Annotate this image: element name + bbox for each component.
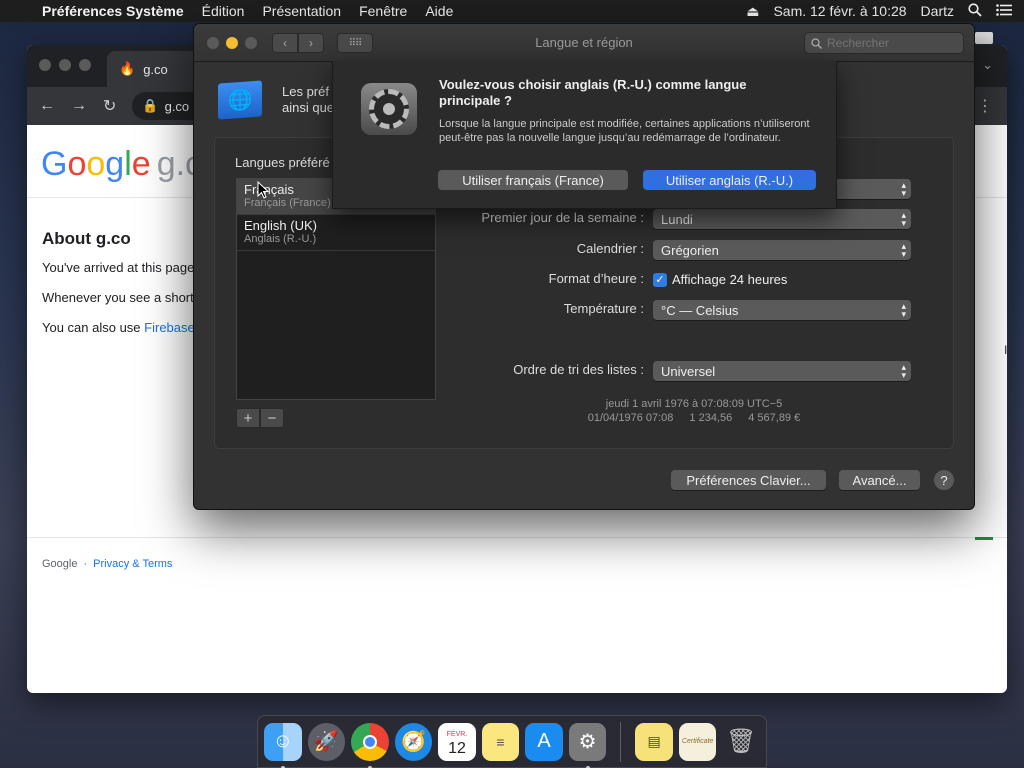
chrome-icon[interactable] (351, 722, 389, 768)
format-sample-numbers: 01/04/1976 07:08 1 234,56 4 567,89 € (587, 412, 801, 424)
alert-message: Lorsque la langue principale est modifié… (439, 118, 810, 144)
language-name: English (UK) (244, 218, 317, 233)
menu-bar: Préférences Système Édition Présentation… (0, 0, 1024, 22)
kebab-menu-icon[interactable]: ⋮ (977, 96, 993, 116)
24h-checkbox-label: Affichage 24 heures (672, 272, 788, 287)
sort-order-popup[interactable]: Universel ▴ ▾ (653, 361, 911, 381)
spotlight-search-icon[interactable] (968, 2, 982, 20)
calendar-popup[interactable]: Grégorien ▴ ▾ (653, 240, 911, 260)
paragraph-3: You can also use Firebase (42, 320, 195, 335)
updown-arrows-icon: ▴ ▾ (901, 362, 906, 380)
use-english-button[interactable]: Utiliser anglais (R.-U.) (643, 170, 816, 190)
green-accent-bar (975, 537, 993, 540)
sort-order-value: Universel (661, 363, 716, 379)
back-arrow-icon[interactable]: ← (39, 97, 55, 115)
search-input[interactable] (827, 36, 947, 50)
dock: ☺ 🚀 🧭 FÉVR. 12 ≡ A ⚙ ▤ Certificate 🗑 (257, 715, 767, 768)
calendar-label: Calendrier : (576, 241, 644, 256)
menu-presentation[interactable]: Présentation (262, 3, 341, 19)
finder-icon[interactable]: ☺ (264, 722, 302, 768)
menu-clock[interactable]: Sam. 12 févr. à 10:28 (773, 3, 906, 19)
notification-center-icon[interactable] (996, 3, 1012, 19)
advanced-button[interactable]: Avancé... (839, 470, 920, 490)
eject-icon[interactable]: ⏏ (746, 3, 759, 20)
alert-title: Voulez-vous choisir anglais (R.-U.) comm… (439, 77, 747, 108)
sysprefs-titlebar: ‹ › ⠿⠿ Langue et région (194, 24, 974, 62)
calendar-icon[interactable]: FÉVR. 12 (438, 722, 476, 761)
search-field[interactable] (804, 32, 964, 54)
chevron-down-icon[interactable]: ⌄ (982, 57, 993, 73)
remove-language-button[interactable]: − (260, 408, 284, 428)
use-french-button[interactable]: Utiliser français (France) (438, 170, 628, 190)
mouse-cursor-icon (257, 180, 270, 204)
updown-arrows-icon: ▴ ▾ (901, 301, 906, 319)
page-footer: Google · Privacy & Terms (42, 558, 173, 570)
app-store-icon[interactable]: A (525, 722, 563, 761)
safari-icon[interactable]: 🧭 (394, 722, 433, 761)
format-sample-date: jeudi 1 avril 1976 à 07:08:09 UTC−5 (605, 398, 783, 410)
checkmark-icon: ✓ (653, 272, 667, 287)
chrome-zoom-button[interactable] (79, 59, 91, 71)
24h-checkbox[interactable]: ✓ Affichage 24 heures (653, 272, 787, 287)
launchpad-icon[interactable]: 🚀 (307, 722, 346, 761)
desktop-item[interactable] (975, 32, 993, 44)
first-day-label: Premier jour de la semaine : (481, 210, 644, 225)
paragraph-1: You've arrived at this page (42, 260, 195, 275)
address-bar-text: g.co (164, 98, 190, 114)
footer-google-link[interactable]: Google (42, 558, 77, 570)
first-day-popup[interactable]: Lundi ▴ ▾ (653, 209, 911, 229)
first-day-value: Lundi (661, 211, 693, 227)
updown-arrows-icon: ▴ ▾ (901, 210, 906, 228)
chrome-close-button[interactable] (39, 59, 51, 71)
system-preferences-icon[interactable]: ⚙ (568, 722, 607, 768)
footer-privacy-link[interactable]: Privacy & Terms (93, 558, 172, 570)
notes-icon[interactable]: ≡ (481, 722, 520, 761)
alert-sheet: Voulez-vous choisir anglais (R.-U.) comm… (332, 61, 837, 209)
footer-divider (27, 537, 1007, 538)
calendar-value: Grégorien (661, 242, 719, 258)
add-language-button[interactable]: + (236, 408, 260, 428)
language-subtitle: Anglais (R.-U.) (244, 233, 317, 245)
keyboard-preferences-button[interactable]: Préférences Clavier... (671, 470, 826, 490)
intro-text: Les préf ainsi que (282, 84, 335, 115)
forward-arrow-icon[interactable]: → (71, 97, 87, 115)
page-heading: About g.co (42, 229, 131, 248)
dock-separator (620, 721, 622, 762)
sort-order-label: Ordre de tri des listes : (513, 362, 644, 377)
menu-aide[interactable]: Aide (425, 3, 453, 19)
reload-icon[interactable]: ↻ (103, 96, 116, 116)
list-item-language[interactable]: English (UK) Anglais (R.-U.) (237, 215, 435, 251)
menu-fenetre[interactable]: Fenêtre (359, 3, 407, 19)
menu-extras: ⏏ Sam. 12 févr. à 10:28 Dartz (746, 3, 1012, 20)
firebase-favicon-icon: 🔥 (119, 61, 136, 76)
cut-off-text: l (1004, 343, 1007, 357)
chrome-tab-title: g.co (143, 61, 168, 77)
help-button[interactable]: ? (934, 470, 954, 490)
system-preferences-gear-icon (361, 83, 417, 135)
menu-edition[interactable]: Édition (202, 3, 245, 19)
time-format-label: Format d’heure : (548, 271, 644, 286)
language-flag-icon: 🌐 (218, 80, 262, 120)
chrome-window-controls (39, 59, 91, 71)
trash-icon[interactable]: 🗑 (722, 723, 760, 761)
stickies-icon[interactable]: ▤ (635, 722, 673, 761)
menu-user[interactable]: Dartz (921, 3, 954, 19)
updown-arrows-icon: ▴ ▾ (901, 241, 906, 259)
paragraph-2: Whenever you see a short (42, 290, 194, 305)
chrome-minimize-button[interactable] (59, 59, 71, 71)
temperature-popup[interactable]: °C — Celsius ▴ ▾ (653, 300, 911, 320)
preferred-languages-list[interactable]: Français Français (France) English (UK) … (236, 178, 436, 400)
certificate-icon[interactable]: Certificate (678, 722, 717, 761)
updown-arrows-icon: ▴ ▾ (901, 180, 906, 198)
menu-app-name[interactable]: Préférences Système (42, 3, 184, 19)
add-remove-buttons: + − (236, 408, 284, 428)
firebase-link[interactable]: Firebase (144, 320, 195, 335)
search-icon (811, 37, 822, 49)
temperature-value: °C — Celsius (661, 302, 739, 318)
lock-icon: 🔒 (142, 98, 159, 113)
preferred-languages-label: Langues préféré (235, 155, 330, 170)
temperature-label: Température : (563, 301, 644, 316)
